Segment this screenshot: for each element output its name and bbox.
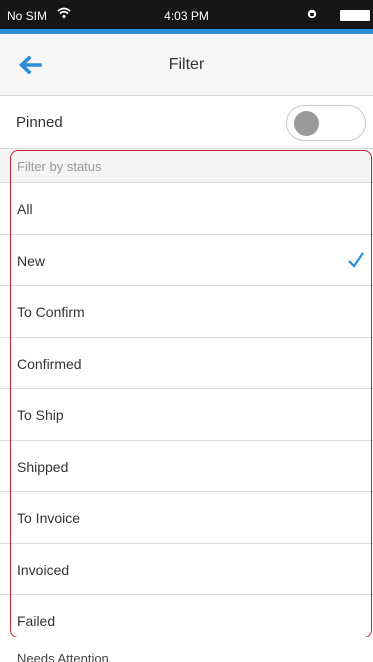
pinned-row: Pinned	[0, 96, 373, 149]
status-item-label: To Confirm	[17, 304, 85, 320]
next-section-label: Needs Attention	[17, 651, 109, 662]
next-section-header: Needs Attention	[0, 637, 373, 662]
status-item-to-ship[interactable]: To Ship	[0, 389, 373, 441]
status-item-label: Failed	[17, 613, 56, 629]
status-bar: No SIM 4:03 PM	[0, 0, 373, 34]
status-item-confirmed[interactable]: Confirmed	[0, 337, 373, 389]
status-item-label: Shipped	[17, 458, 69, 475]
pinned-label: Pinned	[16, 114, 63, 131]
status-item-invoiced[interactable]: Invoiced	[0, 543, 373, 595]
status-item-all[interactable]: All	[0, 183, 373, 235]
status-item-to-invoice[interactable]: To Invoice	[0, 492, 373, 544]
filter-section-label: Filter by status	[17, 159, 102, 174]
battery-icon	[340, 10, 370, 21]
status-item-label: New	[17, 252, 46, 269]
filter-section-header: Filter by status	[0, 149, 373, 183]
status-item-shipped[interactable]: Shipped	[0, 440, 373, 492]
status-item-label: Invoiced	[17, 561, 70, 578]
status-list: All New To Confirm Confirmed To Ship Shi…	[0, 183, 373, 647]
toggle-knob	[294, 111, 319, 136]
phone-screen: No SIM 4:03 PM Filter Pinned Filter by s…	[0, 0, 373, 662]
status-item-label: To Invoice	[17, 510, 81, 526]
status-item-label: Confirmed	[17, 355, 82, 372]
checkmark-icon	[347, 251, 365, 274]
status-time: 4:03 PM	[164, 9, 209, 23]
status-item-label: All	[17, 201, 33, 217]
status-item-to-confirm[interactable]: To Confirm	[0, 286, 373, 338]
status-item-new[interactable]: New	[0, 234, 373, 286]
nav-bar: Filter	[0, 34, 373, 96]
pinned-toggle[interactable]	[286, 105, 366, 141]
page-title: Filter	[168, 56, 205, 73]
orientation-lock-icon	[307, 8, 317, 19]
status-item-label: To Ship	[17, 407, 64, 423]
